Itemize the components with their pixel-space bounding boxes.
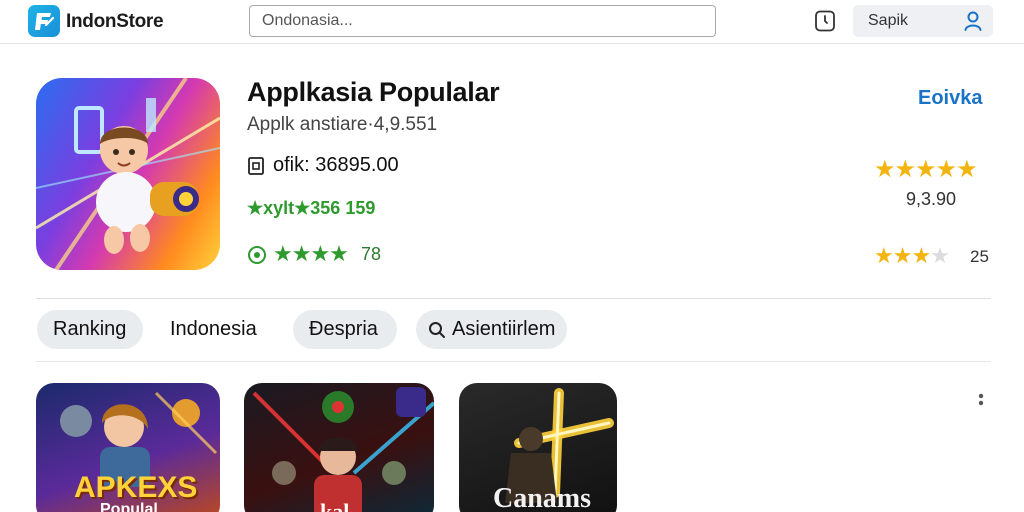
sign-in-button[interactable]: Sapik — [853, 5, 993, 37]
section-divider — [36, 298, 991, 299]
brand-name[interactable]: IndonStore — [66, 11, 164, 33]
big-rating-stars: ★★★★★ — [874, 156, 978, 183]
top-bar: IndonStore Sapik — [0, 0, 1024, 44]
featured-title: Applkasia Populalar — [247, 77, 500, 107]
chip-search[interactable]: Asientiirlem — [416, 310, 567, 349]
small-stars-empty: ★ — [930, 243, 950, 268]
store-logo-icon[interactable] — [28, 5, 60, 37]
small-rating-count: 25 — [970, 247, 989, 266]
chip-label: Ɖespria — [309, 318, 378, 340]
chips-divider — [36, 361, 991, 362]
featured-green-stats: ★xylt★356 159 — [247, 198, 376, 218]
featured-link[interactable]: Eoivka — [918, 87, 982, 110]
rating-stars: ★★★★ — [273, 241, 349, 266]
chip-despria[interactable]: Ɖespria — [293, 310, 397, 349]
app-card-canams[interactable]: Canams — [459, 383, 617, 512]
featured-info-text: ofik: 36895.00 — [273, 154, 399, 176]
rating-count: 9,3.90 — [906, 189, 957, 209]
app-subtitle: Populal — [100, 501, 158, 512]
rating-value: 78 — [361, 244, 382, 264]
featured-subtitle: Applk anstiare·4,9.551 — [247, 114, 438, 135]
app-card-apkexs[interactable]: APKEXS Populal — [36, 383, 220, 512]
search-input[interactable] — [249, 5, 716, 37]
user-icon — [964, 11, 982, 31]
more-options-icon[interactable] — [972, 392, 990, 414]
small-rating-stars: ★★★★ — [874, 243, 950, 269]
phone-icon[interactable] — [813, 9, 837, 33]
search-icon — [429, 322, 445, 338]
sign-in-label: Sapik — [868, 12, 909, 29]
chip-label: Ranking — [53, 318, 127, 340]
app-title: kal — [320, 499, 350, 512]
chip-label: Asientiirlem — [452, 318, 556, 340]
chip-indonesia[interactable]: Indonesia — [170, 318, 257, 341]
document-icon — [248, 157, 264, 175]
featured-app-icon[interactable] — [36, 78, 220, 270]
app-title: Canams — [493, 483, 592, 512]
small-stars-full: ★★★ — [874, 243, 931, 268]
app-title: APKEXS — [74, 471, 198, 504]
rating-circle-icon — [248, 246, 266, 264]
chip-ranking[interactable]: Ranking — [37, 310, 143, 349]
app-card-kal[interactable]: kal — [244, 383, 434, 512]
